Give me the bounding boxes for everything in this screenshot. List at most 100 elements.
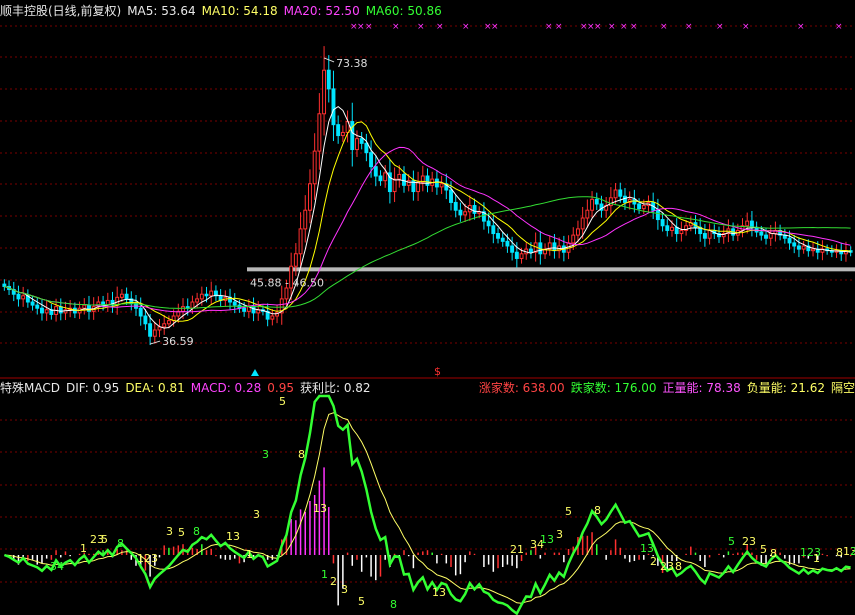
- candle-body: [801, 245, 806, 250]
- fibonacci-label: 5: [279, 395, 286, 408]
- signal-marker: ×: [417, 22, 425, 32]
- macd-value: MACD: 0.28: [190, 381, 262, 395]
- candle-body: [764, 234, 768, 239]
- candle-body: [425, 175, 430, 186]
- candle-body: [232, 301, 237, 306]
- signal-marker: ×: [555, 22, 563, 32]
- fibonacci-label: 3: [262, 448, 269, 461]
- candle-body: [40, 307, 44, 314]
- support-label: 45.88 - 46.50: [250, 276, 324, 289]
- candle-body: [707, 229, 712, 239]
- fibonacci-label: 8: [117, 537, 124, 550]
- fibonacci-label: 5: [358, 595, 365, 608]
- signal-marker: ×: [365, 22, 373, 32]
- high-label: 73.38: [336, 57, 368, 70]
- fibonacci-label: 1: [813, 552, 820, 565]
- signal-marker: ×: [436, 22, 444, 32]
- candle-body: [355, 138, 359, 151]
- candle-body: [195, 298, 200, 303]
- candle-body: [439, 183, 444, 188]
- candle-body: [660, 219, 665, 227]
- candle-body: [148, 323, 153, 337]
- fibonacci-label: 5: [728, 535, 735, 548]
- fibonacci-label: 13: [313, 502, 327, 515]
- gap-label: 隔空: [830, 381, 855, 395]
- candle-body: [138, 307, 143, 317]
- signal-marker: ×: [357, 22, 365, 32]
- candle-body: [505, 240, 510, 247]
- candle-body: [594, 198, 599, 205]
- fibonacci-label: 3: [341, 583, 348, 596]
- fibonacci-label: 5: [760, 543, 767, 556]
- dif-line: [3, 394, 851, 615]
- fibonacci-label: 8: [594, 504, 601, 517]
- candle-body: [472, 205, 477, 214]
- candle-body: [2, 283, 7, 287]
- macd2-value: 0.95: [267, 381, 294, 395]
- down-count: 跌家数: 176.00: [570, 381, 657, 395]
- signal-marker: ×: [491, 22, 499, 32]
- fibonacci-label: 13: [226, 530, 240, 543]
- candle-body: [745, 220, 750, 227]
- candle-body: [528, 248, 533, 253]
- fibonacci-label: 3: [253, 508, 260, 521]
- market-breadth: 涨家数: 638.00 跌家数: 176.00 正量能: 78.38 负量能: 21.…: [479, 380, 855, 396]
- candle-body: [590, 198, 595, 211]
- candle-body: [623, 195, 627, 203]
- candle-body: [580, 217, 585, 230]
- candle-body: [618, 189, 623, 197]
- candle-body: [359, 138, 364, 144]
- candle-body: [124, 293, 129, 300]
- candle-body: [317, 113, 322, 152]
- candle-body: [44, 309, 49, 314]
- fibonacci-label: 21: [510, 543, 524, 556]
- candle-body: [514, 251, 519, 259]
- signal-marker: ×: [742, 22, 750, 32]
- signal-marker: ×: [685, 22, 693, 32]
- signal-marker: ×: [620, 22, 628, 32]
- candle-body: [749, 220, 754, 228]
- candle-body: [58, 306, 63, 314]
- fibonacci-label: 13: [540, 533, 554, 546]
- signal-marker: ×: [594, 22, 602, 32]
- fibonacci-label: 123: [137, 552, 158, 565]
- fibonacci-label: 21: [850, 545, 855, 558]
- candle-body: [552, 242, 557, 252]
- candle-body: [670, 226, 674, 231]
- signal-marker: ×: [545, 22, 553, 32]
- fibonacci-label: 5: [101, 533, 108, 546]
- candle-body: [613, 189, 618, 199]
- up-count: 涨家数: 638.00: [478, 381, 565, 395]
- candle-body: [369, 152, 374, 168]
- fibonacci-label: 8: [770, 547, 777, 560]
- fibonacci-label: 8: [298, 448, 305, 461]
- candle-body: [787, 237, 792, 244]
- candle-body: [486, 220, 491, 227]
- fibonacci-label: 34: [50, 560, 64, 573]
- buy-arrow-marker: [251, 369, 259, 376]
- sell-marker: $: [434, 365, 441, 378]
- positive-energy: 正量能: 78.38: [662, 381, 741, 395]
- candle-body: [162, 323, 167, 328]
- ma5-value: MA5: 53.64: [127, 4, 196, 18]
- fibonacci-label: 23: [742, 535, 756, 548]
- signal-marker: ×: [608, 22, 616, 32]
- candle-body: [293, 253, 298, 267]
- candle-body: [152, 329, 157, 337]
- candle-body: [434, 178, 439, 188]
- candle-body: [571, 234, 576, 244]
- candle-body: [665, 225, 670, 231]
- candle-body: [312, 150, 317, 185]
- candle-body: [702, 233, 707, 239]
- fibonacci-label: 5: [565, 505, 572, 518]
- indicator-name: 特殊MACD: [0, 381, 60, 395]
- candle-body: [632, 198, 637, 205]
- candle-body: [641, 205, 646, 210]
- candle-body: [397, 173, 402, 180]
- candle-body: [453, 201, 458, 211]
- candle-body: [326, 69, 331, 90]
- candle-body: [392, 178, 397, 193]
- candle-body: [491, 225, 496, 235]
- candle-body: [284, 287, 289, 300]
- ma10-value: MA10: 54.18: [201, 4, 278, 18]
